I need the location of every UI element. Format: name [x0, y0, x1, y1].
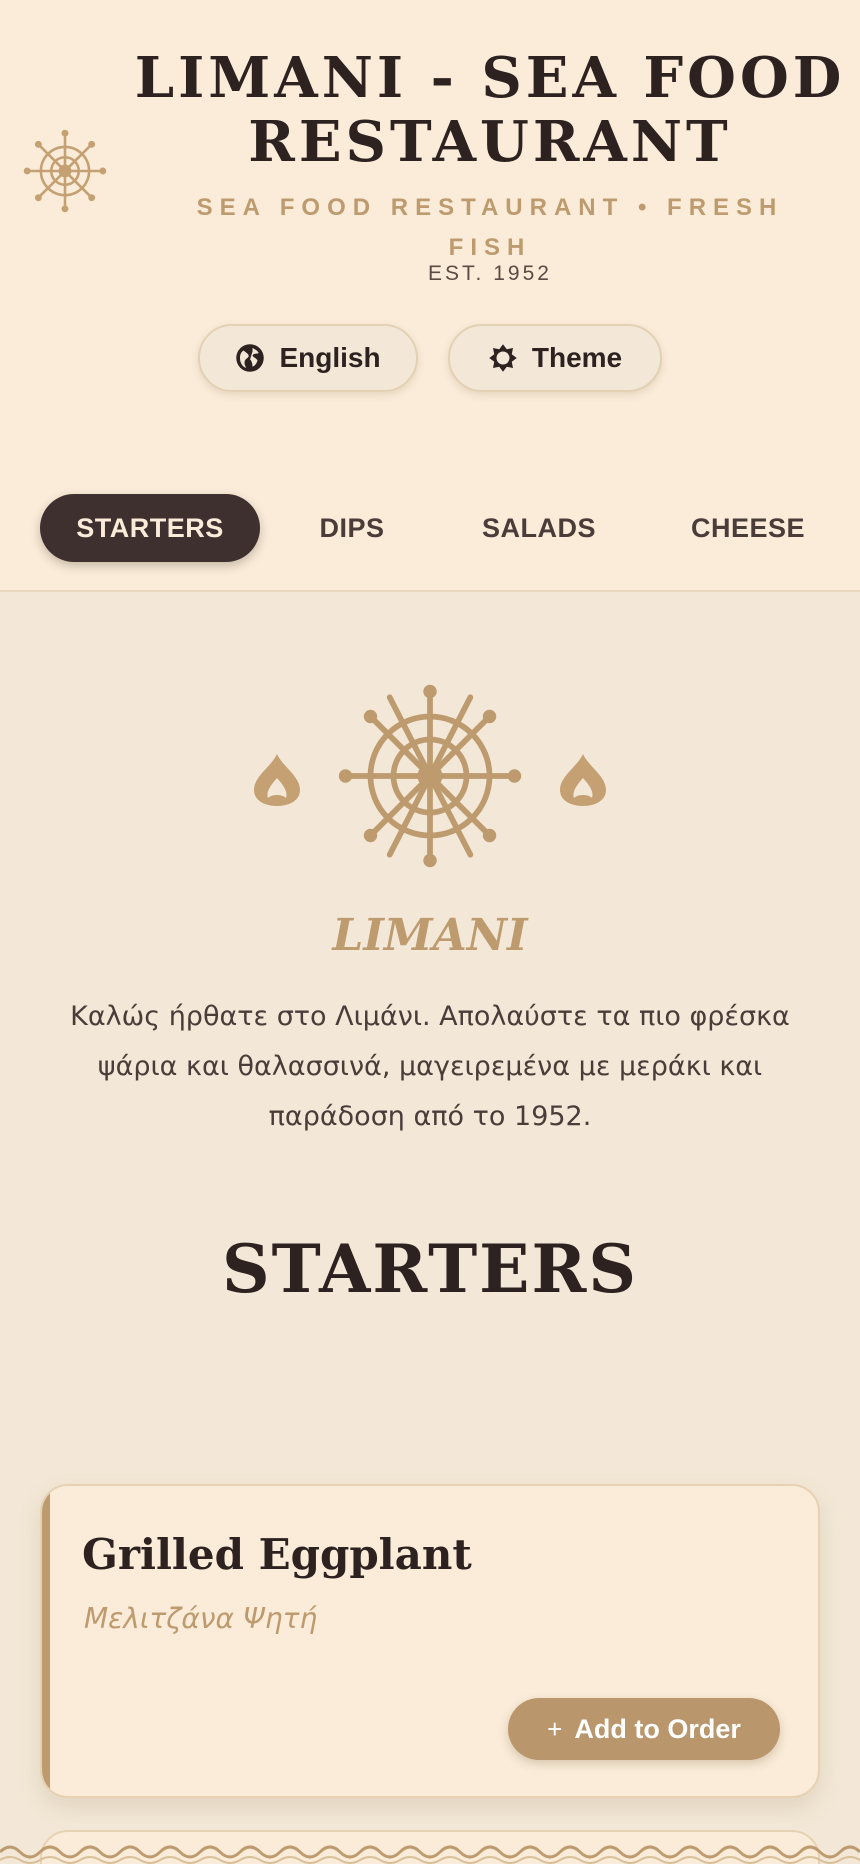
left-ornament-icon	[254, 754, 300, 806]
ship-wheel-icon	[338, 684, 522, 868]
card-accent-bar	[42, 1486, 50, 1796]
ship-wheel-icon	[23, 129, 107, 213]
category-tabs: STARTERS DIPS SALADS CHEESE	[0, 464, 860, 592]
section-title: STARTERS	[222, 1230, 638, 1308]
tab-starters[interactable]: STARTERS	[40, 494, 260, 562]
add-to-order-label: Add to Order	[574, 1713, 741, 1744]
add-to-order-button[interactable]: + Add to Order	[508, 1698, 780, 1760]
language-button[interactable]: English	[198, 324, 418, 392]
tab-salads[interactable]: SALADS	[466, 494, 612, 562]
dish-name: Grilled Eggplant	[82, 1530, 472, 1579]
plus-icon: +	[547, 1713, 563, 1744]
tab-cheese[interactable]: CHEESE	[676, 494, 820, 562]
tab-dips[interactable]: DIPS	[302, 494, 402, 562]
dish-greek-name: Μελιτζάνα Ψητή	[84, 1602, 318, 1635]
hero-title: LIMANI	[332, 910, 528, 961]
theme-label: Theme	[531, 342, 623, 373]
hero-welcome-text: Καλώς ήρθατε στο Λιμάνι. Απολαύστε τα πι…	[70, 1001, 790, 1132]
language-label: English	[279, 342, 381, 373]
site-header: LIMANI - SEA FOOD RESTAURANT SEA FOOD RE…	[0, 0, 860, 464]
established-year: EST. 1952	[428, 262, 552, 285]
menu-item-card: Grilled Eggplant Μελιτζάνα Ψητή + Add to…	[40, 1484, 820, 1798]
sun-icon	[489, 344, 517, 372]
right-ornament-icon	[560, 754, 606, 806]
wave-border-decoration	[0, 1845, 860, 1864]
globe-icon	[236, 344, 265, 372]
site-title: LIMANI - SEA FOOD RESTAURANT	[134, 45, 846, 175]
theme-button[interactable]: Theme	[448, 324, 662, 392]
site-subtitle: SEA FOOD RESTAURANT • FRESH FISH	[196, 194, 784, 261]
